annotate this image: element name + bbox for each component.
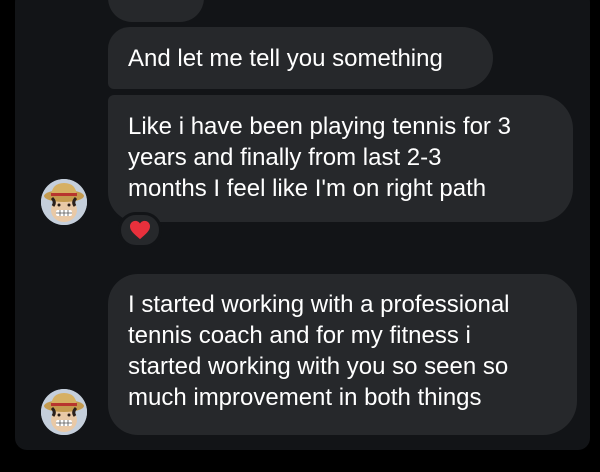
previous-message-bubble[interactable]	[108, 0, 204, 22]
heart-icon	[130, 220, 150, 240]
reaction-badge[interactable]	[118, 212, 162, 248]
message-text: years and finally from last 2-3	[128, 144, 442, 171]
message-text: started working with you so seen so	[128, 353, 509, 380]
straw-hat-character-icon	[41, 389, 87, 435]
message-text: I started working with a professional	[128, 291, 510, 318]
message-bubble[interactable]: I started working with a professional te…	[108, 274, 577, 435]
message-bubble[interactable]: And let me tell you something	[108, 27, 493, 89]
message-text: Like i have been playing tennis for 3	[128, 113, 511, 140]
message-text: tennis coach and for my fitness i	[128, 322, 471, 349]
straw-hat-character-icon	[41, 179, 87, 225]
message-bubble[interactable]: Like i have been playing tennis for 3 ye…	[108, 95, 573, 222]
chat-screen: And let me tell you something Like i hav…	[0, 0, 600, 472]
message-text: And let me tell you something	[128, 44, 443, 72]
avatar[interactable]	[41, 389, 87, 435]
message-text: much improvement in both things	[128, 384, 482, 411]
message-text: months I feel like I'm on right path	[128, 175, 487, 202]
avatar[interactable]	[41, 179, 87, 225]
